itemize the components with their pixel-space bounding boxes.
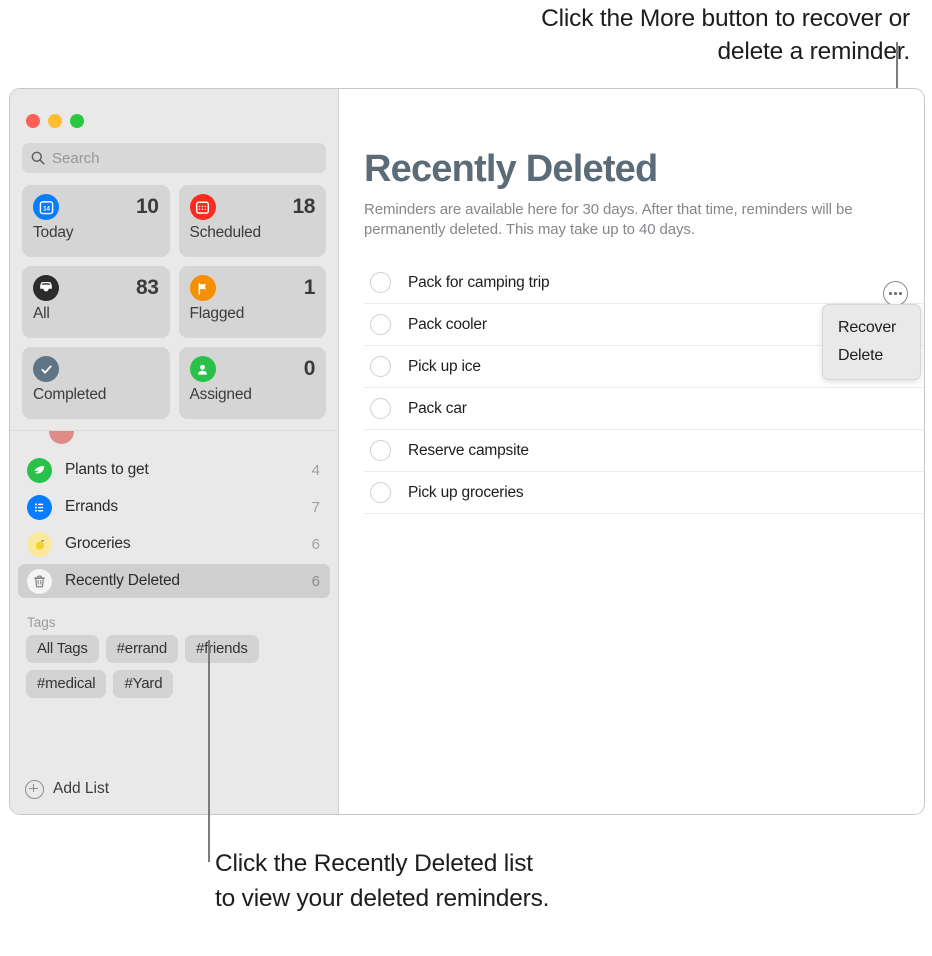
sidebar-list-errands[interactable]: Errands 7: [18, 490, 330, 524]
reminder-row[interactable]: Pack for camping trip: [364, 262, 924, 304]
quick-card-scheduled[interactable]: 18 Scheduled: [178, 185, 326, 257]
search-input[interactable]: [52, 149, 317, 167]
sidebar-list-groceries[interactable]: Groceries 6: [18, 527, 330, 561]
list-label: Groceries: [65, 535, 131, 552]
page-title: Recently Deleted: [364, 148, 658, 190]
quick-card-count: 1: [303, 276, 316, 299]
quick-card-label: Assigned: [189, 386, 252, 403]
list-count: 7: [311, 498, 320, 516]
trash-icon: [27, 568, 52, 594]
reminder-row[interactable]: Pack car: [364, 388, 924, 430]
ellipsis-dot: [889, 292, 893, 295]
sidebar-list-plants-to-get[interactable]: Plants to get 4: [18, 453, 330, 487]
person-icon: [189, 356, 216, 382]
lemon-icon: [27, 531, 52, 557]
reminder-checkbox[interactable]: [370, 482, 391, 503]
list-count: 4: [311, 461, 320, 479]
reminder-title: Pack car: [408, 399, 467, 417]
quick-card-count: 10: [135, 195, 159, 218]
checkmark-icon: [33, 356, 59, 382]
tag-medical[interactable]: #medical: [26, 670, 107, 698]
quick-card-label: All: [33, 305, 50, 322]
tag-all-tags[interactable]: All Tags: [26, 635, 99, 663]
quick-card-label: Flagged: [189, 305, 245, 322]
reminder-title: Pack for camping trip: [408, 273, 550, 291]
add-list-button[interactable]: Add List: [10, 771, 338, 807]
reminder-title: Pick up ice: [408, 357, 481, 375]
search-field[interactable]: [22, 143, 326, 173]
close-button[interactable]: [26, 114, 40, 128]
window-controls: [10, 89, 338, 138]
reminder-title: Pack cooler: [408, 315, 487, 333]
leaf-icon: [27, 457, 52, 483]
reminder-list: Pack for camping trip Pack cooler Pick u…: [364, 262, 924, 514]
sidebar-list-recently-deleted[interactable]: Recently Deleted 6: [18, 564, 330, 598]
list-label: Errands: [65, 498, 118, 515]
reminder-title: Reserve campsite: [408, 441, 529, 459]
reminder-checkbox[interactable]: [370, 398, 391, 419]
callout-bottom-text: Click the Recently Deleted list to view …: [215, 850, 550, 912]
reminder-checkbox[interactable]: [370, 314, 391, 335]
quick-card-label: Today: [33, 224, 74, 241]
callout-top-text: Click the More button to recover or dele…: [541, 5, 910, 65]
quick-card-label: Completed: [33, 386, 107, 403]
sidebar: 14 10 Today: [10, 89, 339, 814]
more-button[interactable]: [883, 281, 908, 306]
quick-card-count: 18: [292, 195, 315, 218]
flag-icon: [189, 275, 216, 301]
search-icon: [31, 151, 45, 165]
callout-bottom-leader-line: [208, 640, 210, 862]
ellipsis-dot: [898, 292, 902, 295]
quick-card-today[interactable]: 14 10 Today: [22, 185, 170, 257]
quick-card-all[interactable]: 83 All: [22, 266, 170, 338]
page-subtitle: Reminders are available here for 30 days…: [364, 201, 853, 238]
quick-card-assigned[interactable]: 0 Assigned: [178, 347, 326, 419]
tag-yard[interactable]: #Yard: [113, 670, 174, 698]
quick-card-flagged[interactable]: 1 Flagged: [178, 266, 326, 338]
menu-item-recover[interactable]: Recover: [823, 314, 920, 342]
minimize-button[interactable]: [48, 114, 62, 128]
tags-section: Tags All Tags #errand #friends #medical …: [10, 601, 338, 698]
ellipsis-dot: [894, 292, 897, 295]
calendar-icon: [189, 194, 216, 220]
inbox-icon: [33, 275, 59, 301]
list-label: Recently Deleted: [65, 572, 180, 589]
quick-card-count: 83: [135, 276, 159, 299]
reminder-checkbox[interactable]: [370, 272, 391, 293]
tag-errand[interactable]: #errand: [105, 635, 178, 663]
svg-text:14: 14: [43, 205, 50, 212]
reminders-window: 14 10 Today: [9, 88, 925, 815]
list-label: Plants to get: [65, 461, 149, 478]
tags-heading: Tags: [27, 615, 56, 630]
zoom-button[interactable]: [70, 114, 84, 128]
calendar-day-icon: 14: [33, 194, 59, 220]
tag-friends[interactable]: #friends: [184, 635, 259, 663]
main-content: Recently Deleted Reminders are available…: [339, 89, 924, 814]
add-list-label: Add List: [53, 780, 110, 797]
reminder-title: Pick up groceries: [408, 483, 524, 501]
list-bullet-icon: [27, 494, 52, 520]
plus-circle-icon: [25, 779, 44, 799]
more-context-menu: Recover Delete: [822, 304, 921, 380]
list-count: 6: [311, 572, 320, 590]
quick-card-label: Scheduled: [189, 224, 262, 241]
user-lists: Plants to get 4 Errands 7 Groceries 6 Re…: [10, 430, 338, 771]
reminder-checkbox[interactable]: [370, 440, 391, 461]
quick-card-completed[interactable]: Completed: [22, 347, 170, 419]
reminder-checkbox[interactable]: [370, 356, 391, 377]
quick-card-count: 0: [303, 357, 316, 380]
list-count: 6: [311, 535, 320, 553]
reminder-row[interactable]: Pick up groceries: [364, 472, 924, 514]
reminder-row[interactable]: Reserve campsite: [364, 430, 924, 472]
menu-item-delete[interactable]: Delete: [823, 342, 920, 370]
quick-access-grid: 14 10 Today 18 Scheduled 83 All 1 Flagge…: [10, 173, 338, 419]
tag-list: All Tags #errand #friends #medical #Yard: [10, 635, 338, 698]
